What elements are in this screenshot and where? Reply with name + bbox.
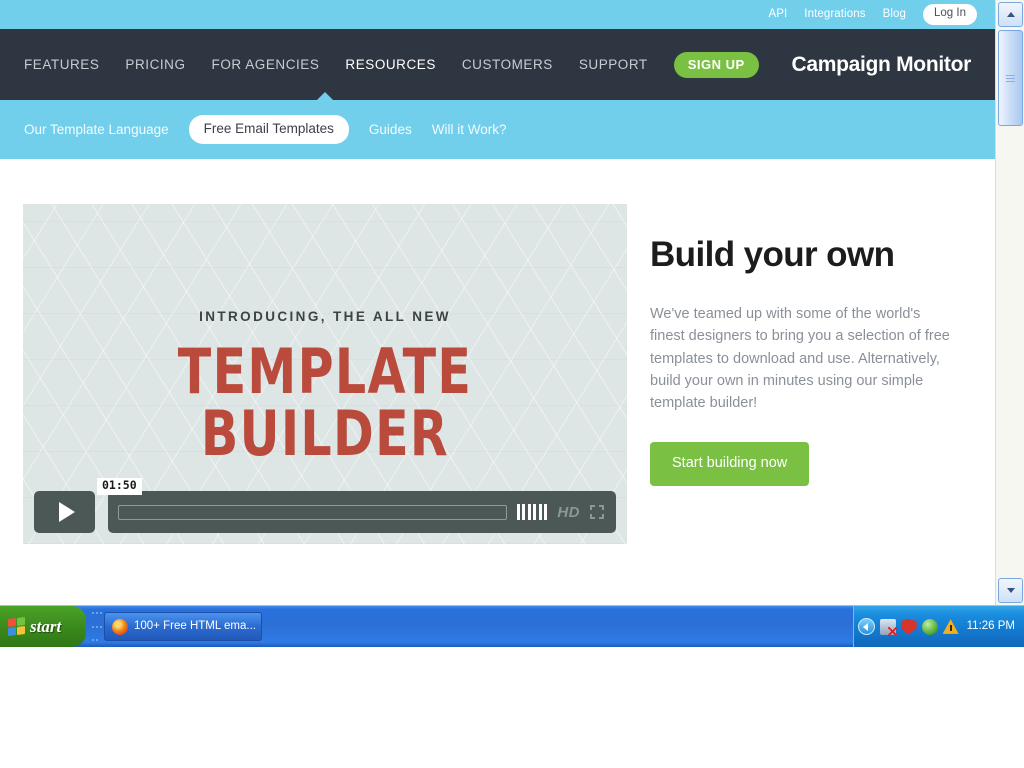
tray-expand-icon[interactable] <box>857 618 875 635</box>
nav-item-resources[interactable]: RESOURCES <box>345 58 435 72</box>
scrollbar-grip-icon <box>1006 73 1015 84</box>
scroll-down-button[interactable] <box>998 578 1023 603</box>
signup-button[interactable]: SIGN UP <box>673 51 759 78</box>
nav-item-customers[interactable]: CUSTOMERS <box>462 58 553 72</box>
text-column: Build your own We've teamed up with some… <box>650 159 960 486</box>
chevron-down-icon <box>1006 588 1015 593</box>
video-headline-text: TEMPLATE BUILDER <box>177 334 473 470</box>
subnav-item-will-it-work[interactable]: Will it Work? <box>432 123 507 137</box>
utility-links: API Integrations Blog Log In <box>768 0 977 29</box>
subnav-item-guides[interactable]: Guides <box>369 123 412 137</box>
taskbar-grip-handle[interactable] <box>92 612 102 641</box>
page-content: INTRODUCING, THE ALL NEW TEMPLATE BUILDE… <box>0 159 995 605</box>
sub-navigation: Our Template Language Free Email Templat… <box>0 100 995 159</box>
warning-icon[interactable] <box>942 619 959 634</box>
video-title-group: INTRODUCING, THE ALL NEW TEMPLATE BUILDE… <box>23 310 627 465</box>
page-title: Build your own <box>650 235 895 274</box>
main-navigation: FEATURES PRICING FOR AGENCIES RESOURCES … <box>0 29 995 101</box>
video-time-tooltip: 01:50 <box>97 478 142 495</box>
main-nav-links: FEATURES PRICING FOR AGENCIES RESOURCES … <box>24 29 759 100</box>
taskbar-window-label: 100+ Free HTML ema... <box>134 619 256 632</box>
nav-item-features[interactable]: FEATURES <box>24 58 99 72</box>
body-paragraph: We've teamed up with some of the world's… <box>650 306 950 412</box>
nav-item-support[interactable]: SUPPORT <box>579 58 648 72</box>
play-icon <box>58 502 75 522</box>
volume-icon[interactable] <box>516 504 548 520</box>
scroll-up-button[interactable] <box>998 2 1023 27</box>
utility-bar: API Integrations Blog Log In <box>0 0 995 29</box>
sub-nav-links: Our Template Language Free Email Templat… <box>24 100 506 159</box>
video-player[interactable]: INTRODUCING, THE ALL NEW TEMPLATE BUILDE… <box>23 204 627 544</box>
chevron-up-icon <box>1006 12 1015 17</box>
start-building-button[interactable]: Start building now <box>650 442 810 486</box>
progress-bar[interactable] <box>118 504 507 520</box>
login-button[interactable]: Log In <box>923 4 977 25</box>
hd-badge[interactable]: HD <box>557 504 580 521</box>
web-page: API Integrations Blog Log In FEATURES PR… <box>0 0 995 605</box>
browser-viewport: API Integrations Blog Log In FEATURES PR… <box>0 0 1024 605</box>
taskbar-window-button[interactable]: 100+ Free HTML ema... <box>104 612 262 641</box>
utility-link-api[interactable]: API <box>768 8 787 21</box>
player-controls-strip: HD <box>108 491 616 533</box>
nav-item-for-agencies[interactable]: FOR AGENCIES <box>212 58 320 72</box>
start-button[interactable]: start <box>0 606 86 647</box>
video-kicker-text: INTRODUCING, THE ALL NEW <box>199 309 451 324</box>
start-button-label: start <box>30 617 62 636</box>
security-shield-icon[interactable] <box>900 618 917 635</box>
fullscreen-icon[interactable] <box>590 505 604 519</box>
subnav-item-our-template-language[interactable]: Our Template Language <box>24 123 169 137</box>
messenger-icon[interactable] <box>921 618 938 635</box>
taskbar-clock[interactable]: 11:26 PM <box>967 620 1015 633</box>
subnav-item-free-email-templates[interactable]: Free Email Templates <box>188 115 349 144</box>
player-controls: HD 01:50 <box>34 478 616 533</box>
vertical-scrollbar[interactable] <box>995 0 1024 605</box>
play-button[interactable] <box>34 491 95 533</box>
utility-link-blog[interactable]: Blog <box>883 8 906 21</box>
system-tray: 11:26 PM <box>852 606 1024 647</box>
scrollbar-thumb[interactable] <box>998 30 1023 126</box>
network-disconnected-icon[interactable] <box>879 618 897 636</box>
utility-link-integrations[interactable]: Integrations <box>804 8 865 21</box>
brand-logo[interactable]: Campaign Monitor <box>791 29 971 100</box>
windows-logo-icon <box>8 616 25 637</box>
nav-item-pricing[interactable]: PRICING <box>125 58 185 72</box>
windows-taskbar: start 100+ Free HTML ema... 11:26 PM <box>0 605 1024 647</box>
firefox-icon <box>112 618 128 635</box>
